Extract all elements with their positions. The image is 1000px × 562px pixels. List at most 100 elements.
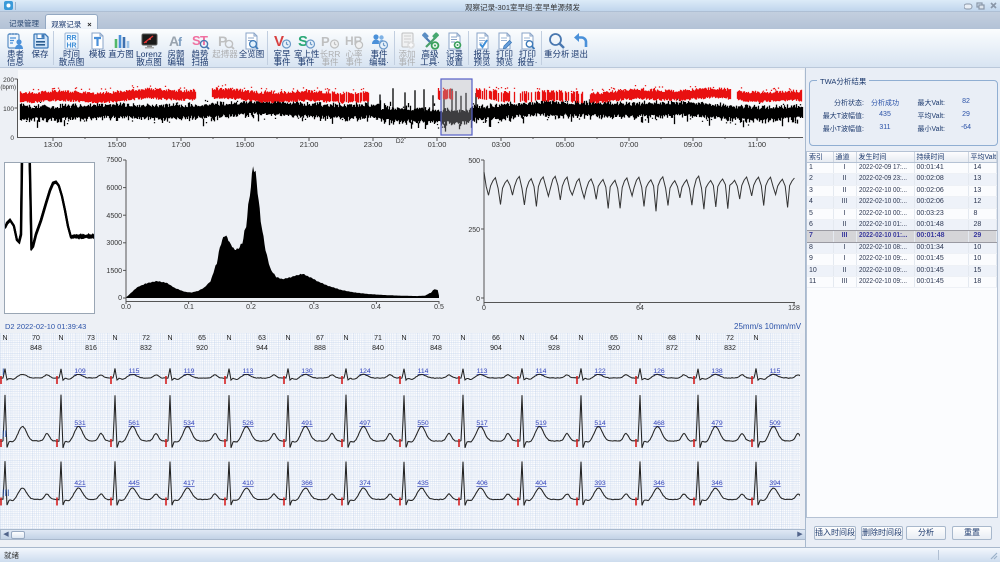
svg-text:72: 72 bbox=[142, 335, 150, 342]
svg-text:509: 509 bbox=[769, 420, 781, 427]
svg-text:517: 517 bbox=[476, 420, 488, 427]
svg-text:70: 70 bbox=[432, 335, 440, 342]
svg-text:100: 100 bbox=[3, 106, 14, 113]
svg-text:435: 435 bbox=[417, 480, 429, 487]
svg-text:114: 114 bbox=[418, 368, 429, 375]
svg-text:70: 70 bbox=[32, 335, 40, 342]
svg-text:72: 72 bbox=[726, 335, 734, 342]
svg-text:250: 250 bbox=[468, 227, 480, 234]
svg-text:840: 840 bbox=[372, 345, 384, 352]
svg-text:920: 920 bbox=[196, 345, 208, 352]
svg-text:904: 904 bbox=[490, 345, 502, 352]
svg-text:479: 479 bbox=[711, 420, 723, 427]
svg-text:514: 514 bbox=[594, 420, 606, 427]
svg-text:526: 526 bbox=[242, 420, 254, 427]
svg-text:13:00: 13:00 bbox=[44, 140, 63, 149]
svg-text:N: N bbox=[112, 335, 117, 342]
svg-text:832: 832 bbox=[724, 345, 736, 352]
svg-text:531: 531 bbox=[74, 420, 86, 427]
svg-text:64: 64 bbox=[550, 335, 558, 342]
svg-text:0: 0 bbox=[482, 305, 486, 312]
svg-text:N: N bbox=[637, 335, 642, 342]
svg-text:346: 346 bbox=[653, 480, 665, 487]
svg-text:III: III bbox=[2, 488, 10, 498]
svg-text:122: 122 bbox=[594, 368, 606, 375]
svg-text:0.1: 0.1 bbox=[184, 304, 194, 311]
svg-text:119: 119 bbox=[184, 368, 195, 375]
svg-text:445: 445 bbox=[128, 480, 140, 487]
svg-text:05:00: 05:00 bbox=[556, 140, 575, 149]
svg-text:64: 64 bbox=[636, 305, 644, 312]
svg-text:126: 126 bbox=[653, 368, 665, 375]
svg-text:68: 68 bbox=[668, 335, 676, 342]
svg-text:0.4: 0.4 bbox=[371, 304, 381, 311]
svg-text:N: N bbox=[695, 335, 700, 342]
svg-text:406: 406 bbox=[476, 480, 488, 487]
svg-text:65: 65 bbox=[198, 335, 206, 342]
svg-text:21:00: 21:00 bbox=[300, 140, 319, 149]
svg-text:114: 114 bbox=[536, 368, 547, 375]
svg-text:550: 550 bbox=[417, 420, 429, 427]
svg-text:519: 519 bbox=[535, 420, 547, 427]
svg-text:0.3: 0.3 bbox=[309, 304, 319, 311]
svg-text:N: N bbox=[519, 335, 524, 342]
svg-text:200: 200 bbox=[3, 77, 14, 84]
svg-text:3000: 3000 bbox=[106, 240, 122, 247]
svg-text:N: N bbox=[578, 335, 583, 342]
svg-text:888: 888 bbox=[314, 345, 326, 352]
svg-text:6000: 6000 bbox=[106, 185, 122, 192]
svg-text:66: 66 bbox=[492, 335, 500, 342]
svg-text:N: N bbox=[753, 335, 758, 342]
svg-text:1500: 1500 bbox=[106, 268, 122, 275]
svg-text:N: N bbox=[401, 335, 406, 342]
svg-text:N: N bbox=[226, 335, 231, 342]
svg-text:11:00: 11:00 bbox=[748, 140, 766, 149]
svg-text:491: 491 bbox=[301, 420, 313, 427]
svg-text:500: 500 bbox=[468, 158, 480, 165]
svg-text:115: 115 bbox=[770, 368, 781, 375]
svg-text:872: 872 bbox=[666, 345, 678, 352]
svg-text:15:00: 15:00 bbox=[108, 140, 127, 149]
svg-text:421: 421 bbox=[74, 480, 86, 487]
svg-text:N: N bbox=[58, 335, 63, 342]
svg-text:7500: 7500 bbox=[106, 157, 122, 164]
svg-text:N: N bbox=[343, 335, 348, 342]
svg-text:N: N bbox=[285, 335, 290, 342]
svg-text:N: N bbox=[460, 335, 465, 342]
svg-text:07:00: 07:00 bbox=[620, 140, 639, 149]
svg-text:109: 109 bbox=[74, 368, 86, 375]
svg-text:130: 130 bbox=[301, 368, 313, 375]
svg-text:67: 67 bbox=[316, 335, 324, 342]
svg-text:394: 394 bbox=[769, 480, 781, 487]
svg-text:01:00: 01:00 bbox=[428, 140, 447, 149]
svg-text:816: 816 bbox=[85, 345, 97, 352]
svg-text:404: 404 bbox=[535, 480, 547, 487]
svg-text:0: 0 bbox=[476, 296, 480, 303]
svg-text:561: 561 bbox=[128, 420, 140, 427]
svg-text:920: 920 bbox=[608, 345, 620, 352]
svg-text:128: 128 bbox=[788, 305, 800, 312]
svg-text:534: 534 bbox=[183, 420, 195, 427]
svg-text:0: 0 bbox=[10, 135, 14, 142]
svg-text:23:00: 23:00 bbox=[364, 140, 383, 149]
svg-text:113: 113 bbox=[477, 368, 488, 375]
svg-text:N: N bbox=[167, 335, 172, 342]
svg-text:0.5: 0.5 bbox=[434, 304, 444, 311]
svg-text:73: 73 bbox=[87, 335, 95, 342]
svg-text:848: 848 bbox=[30, 345, 42, 352]
svg-text:0.0: 0.0 bbox=[121, 304, 131, 311]
svg-text:410: 410 bbox=[242, 480, 254, 487]
svg-text:832: 832 bbox=[140, 345, 152, 352]
svg-text:928: 928 bbox=[548, 345, 560, 352]
svg-text:71: 71 bbox=[374, 335, 382, 342]
svg-text:D2: D2 bbox=[396, 138, 405, 145]
svg-text:(bpm): (bpm) bbox=[0, 85, 16, 91]
svg-text:417: 417 bbox=[183, 480, 195, 487]
svg-text:374: 374 bbox=[359, 480, 371, 487]
svg-text:346: 346 bbox=[711, 480, 723, 487]
svg-text:124: 124 bbox=[359, 368, 371, 375]
svg-text:II: II bbox=[2, 429, 7, 439]
svg-text:848: 848 bbox=[430, 345, 442, 352]
svg-text:N: N bbox=[2, 335, 7, 342]
svg-text:0.2: 0.2 bbox=[246, 304, 256, 311]
